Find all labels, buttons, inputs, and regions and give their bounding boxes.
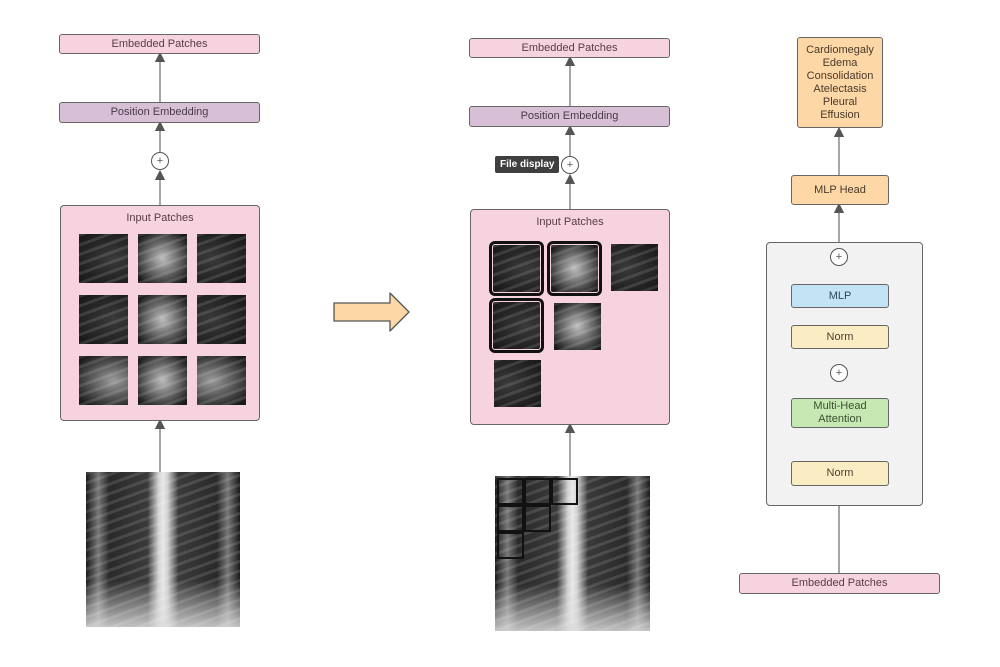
class-label: Effusion (820, 108, 860, 121)
plus-icon: + (561, 156, 579, 174)
file-display-tooltip: File display (495, 156, 560, 173)
position-embedding-label: Position Embedding (520, 110, 619, 122)
image-patch (138, 234, 187, 283)
plus-icon: + (830, 364, 848, 382)
norm-label: Norm (826, 467, 854, 479)
multi-head-attention-box: Multi-Head Attention (791, 398, 889, 428)
grid-cell (524, 505, 551, 532)
right-arrow-icon (333, 292, 410, 332)
image-patch (611, 244, 658, 291)
mlp-head-box: MLP Head (791, 175, 889, 205)
embedded-patches-label: Embedded Patches (111, 37, 208, 50)
plus-icon: + (830, 248, 848, 266)
image-patch (79, 356, 128, 405)
position-embedding-box-mid: Position Embedding (469, 106, 670, 127)
chest-xray-image-left (86, 472, 240, 627)
class-label: Atelectasis (813, 82, 867, 95)
image-patch (138, 295, 187, 344)
image-patch (79, 234, 128, 283)
image-patch (138, 356, 187, 405)
grid-cell (497, 532, 524, 559)
position-embedding-box-left: Position Embedding (59, 102, 260, 123)
position-embedding-label: Position Embedding (110, 106, 209, 118)
mlp-label: MLP (828, 289, 852, 302)
mlp-head-label: MLP Head (814, 183, 866, 196)
grid-cell (497, 505, 524, 532)
grid-cell (524, 478, 551, 505)
input-patches-panel-left: Input Patches (60, 205, 260, 421)
image-patch (554, 303, 601, 350)
norm-label: Norm (826, 330, 854, 343)
input-patches-title: Input Patches (536, 216, 604, 228)
embedded-patches-box-right: Embedded Patches (739, 573, 940, 594)
mlp-box: MLP (791, 284, 889, 308)
embedded-patches-box-left: Embedded Patches (59, 34, 260, 54)
chest-xray-image-mid (495, 476, 650, 631)
highlighted-image-patch (489, 241, 544, 296)
norm-box-top: Norm (791, 325, 889, 349)
embedded-patches-label: Embedded Patches (521, 41, 618, 54)
image-patch (197, 234, 246, 283)
class-label: Edema (822, 56, 858, 69)
highlighted-image-patch (547, 241, 602, 296)
image-patch (197, 356, 246, 405)
plus-icon: + (151, 152, 169, 170)
grid-cell (551, 478, 578, 505)
norm-box-bottom: Norm (791, 461, 889, 486)
embedded-patches-label: Embedded Patches (791, 577, 888, 589)
input-patches-title: Input Patches (126, 212, 194, 224)
image-patch (197, 295, 246, 344)
highlighted-image-patch (489, 298, 544, 353)
class-label: Cardiomegaly (806, 43, 874, 56)
image-patch (79, 295, 128, 344)
class-label: Consolidation (806, 69, 874, 82)
classification-output-box: Cardiomegaly Edema Consolidation Atelect… (797, 37, 883, 128)
attention-label-line1: Multi-Head (813, 400, 867, 412)
class-label: Pleural (822, 95, 858, 108)
attention-label-line2: Attention (818, 413, 862, 425)
image-patch (494, 360, 541, 407)
input-patches-panel-mid: Input Patches (470, 209, 670, 425)
embedded-patches-box-mid: Embedded Patches (469, 38, 670, 58)
grid-cell (497, 478, 524, 505)
